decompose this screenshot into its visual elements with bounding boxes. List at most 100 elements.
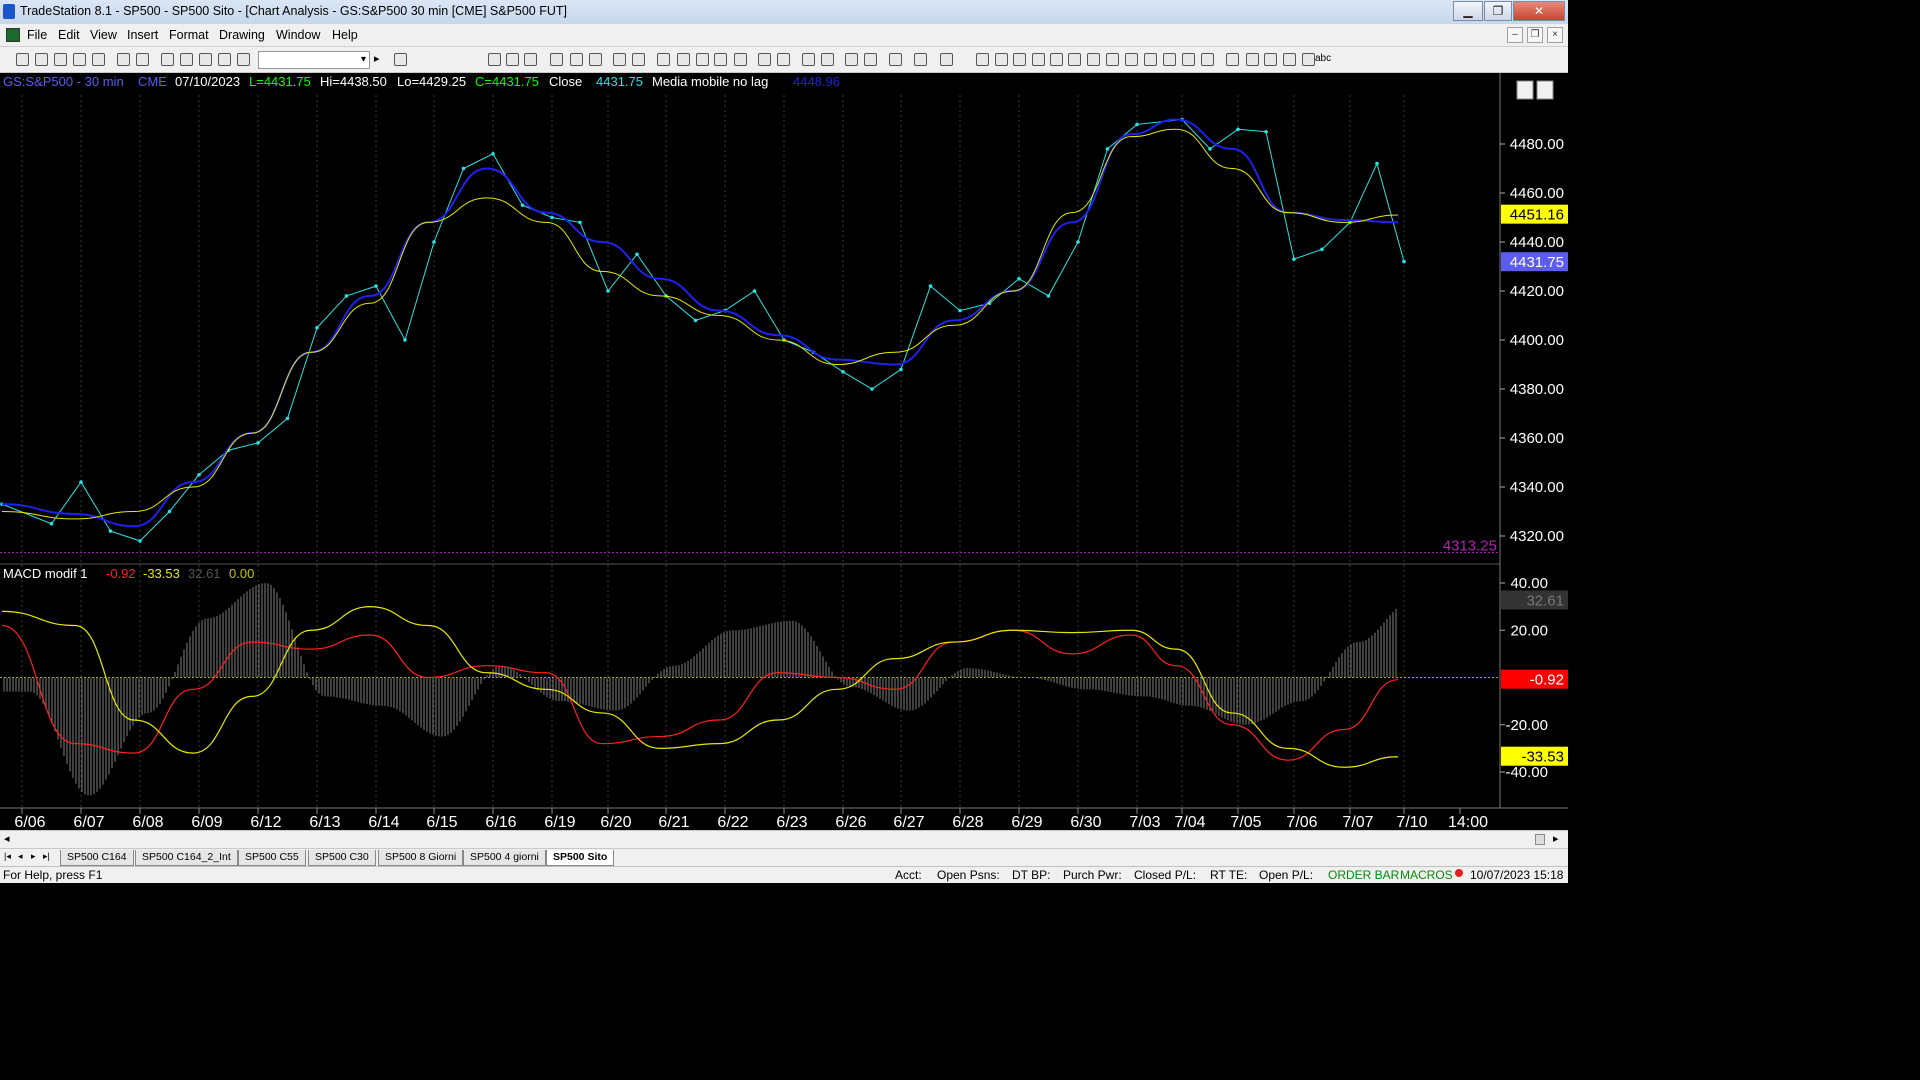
mdi-restore-button[interactable]: ❐	[1527, 27, 1543, 43]
drawing-tool-icon[interactable]	[550, 53, 563, 66]
menu-format[interactable]: Format	[169, 28, 209, 42]
status-order-bar[interactable]: ORDER BAR	[1328, 868, 1399, 882]
print-icon[interactable]	[117, 53, 130, 66]
drawing-tool-icon[interactable]	[976, 53, 989, 66]
paste-icon[interactable]	[73, 53, 86, 66]
pane-minimize-button[interactable]	[1516, 80, 1534, 100]
tab-sp500-8-giorni[interactable]: SP500 8 Giorni	[378, 850, 464, 866]
drawing-tool-icon[interactable]	[613, 53, 626, 66]
document-icon[interactable]	[6, 28, 20, 42]
tab-sp500-c30[interactable]: SP500 C30	[308, 850, 376, 866]
drawing-tool-icon[interactable]	[1050, 53, 1063, 66]
drawing-tool-icon[interactable]	[1106, 53, 1119, 66]
status-macros[interactable]: MACROS	[1400, 868, 1453, 882]
drawing-tool-icon[interactable]	[889, 53, 902, 66]
pane-restore-button[interactable]	[1536, 80, 1554, 100]
drawing-tool-icon[interactable]	[589, 53, 602, 66]
menu-edit[interactable]: Edit	[58, 28, 80, 42]
price-tick-label: 4380.00	[1510, 381, 1564, 398]
price-point	[550, 215, 554, 220]
drawing-tool-icon[interactable]	[1068, 53, 1081, 66]
drawing-tool-icon[interactable]	[570, 53, 583, 66]
moving-average-line	[1, 128, 1399, 520]
drawing-tool-icon[interactable]	[1201, 53, 1214, 66]
price-point	[635, 252, 639, 257]
drawing-tool-icon[interactable]	[1125, 53, 1138, 66]
save-icon[interactable]	[92, 53, 105, 66]
pen-icon[interactable]	[218, 53, 231, 66]
menu-help[interactable]: Help	[332, 28, 358, 42]
drawing-tool-icon[interactable]	[1302, 53, 1315, 66]
time-tick-label: 6/26	[835, 814, 866, 830]
tab-sp500-c55[interactable]: SP500 C55	[238, 850, 306, 866]
open-icon[interactable]	[35, 53, 48, 66]
drawing-tool-icon[interactable]	[1163, 53, 1176, 66]
drawing-tool-icon[interactable]	[1013, 53, 1026, 66]
next-arrow-icon[interactable]: ▸	[374, 52, 380, 65]
drawing-tool-icon[interactable]	[1144, 53, 1157, 66]
price-point	[928, 284, 933, 288]
drawing-tool-icon[interactable]	[777, 53, 790, 66]
new-icon[interactable]	[16, 53, 29, 66]
print-preview-icon[interactable]	[136, 53, 149, 66]
drawing-tool-icon[interactable]	[1032, 53, 1045, 66]
close-button[interactable]: ✕	[1513, 1, 1565, 21]
drawing-tool-icon[interactable]	[864, 53, 877, 66]
chevron-down-icon[interactable]: ▾	[361, 54, 366, 65]
menu-file[interactable]: File	[27, 28, 47, 42]
horizontal-scrollbar[interactable]: ◂ ▸	[0, 830, 1568, 848]
drawing-tool-icon[interactable]	[488, 53, 501, 66]
mdi-close-button[interactable]: ×	[1547, 27, 1563, 43]
menu-insert[interactable]: Insert	[127, 28, 158, 42]
drawing-tool-icon[interactable]	[696, 53, 709, 66]
drawing-tool-icon[interactable]	[940, 53, 953, 66]
menu-window[interactable]: Window	[276, 28, 320, 42]
tab-sp500-sito[interactable]: SP500 Sito	[546, 850, 615, 866]
drawing-tool-icon[interactable]	[995, 53, 1008, 66]
drawing-tool-icon[interactable]	[758, 53, 771, 66]
drawing-tool-icon[interactable]	[914, 53, 927, 66]
drawing-tool-icon[interactable]	[1182, 53, 1195, 66]
symbol-combo[interactable]: ▾	[258, 51, 370, 69]
drawing-tool-icon[interactable]	[1087, 53, 1100, 66]
tab-sp500-c164[interactable]: SP500 C164	[60, 850, 134, 866]
drawing-tool-icon[interactable]	[657, 53, 670, 66]
text-tool-icon[interactable]: abc	[1315, 53, 1331, 64]
window-icon[interactable]	[161, 53, 174, 66]
binoculars-icon[interactable]	[394, 53, 407, 66]
drawing-tool-icon[interactable]	[821, 53, 834, 66]
tab-first-icon[interactable]: |◂	[4, 851, 11, 862]
scroll-right-icon[interactable]: ▸	[1553, 832, 1559, 845]
drawing-tool-icon[interactable]	[1246, 53, 1259, 66]
drawing-tool-icon[interactable]	[632, 53, 645, 66]
drawing-tool-icon[interactable]	[1264, 53, 1277, 66]
chart-canvas[interactable]: 4480.00 4460.00 4440.00 4420.00 4400.00 4380.…	[0, 73, 1568, 831]
copy-icon[interactable]	[54, 53, 67, 66]
drawing-tool-icon[interactable]	[1226, 53, 1239, 66]
lock-icon[interactable]	[199, 53, 212, 66]
drawing-tool-icon[interactable]	[677, 53, 690, 66]
tab-prev-icon[interactable]: ◂	[18, 851, 23, 862]
chart-area[interactable]: 4480.00 4460.00 4440.00 4420.00 4400.00 4380.…	[0, 73, 1568, 831]
mdi-minimize-button[interactable]: –	[1507, 27, 1523, 43]
drawing-tool-icon[interactable]	[1283, 53, 1296, 66]
drawing-tool-icon[interactable]	[734, 53, 747, 66]
minimize-button[interactable]: ▁	[1453, 1, 1483, 21]
scroll-thumb[interactable]	[1535, 834, 1545, 845]
window2-icon[interactable]	[180, 53, 193, 66]
header-last: L=4431.75	[249, 74, 311, 89]
maximize-button[interactable]: ❐	[1484, 1, 1512, 21]
tab-next-icon[interactable]: ▸	[31, 851, 36, 862]
drawing-tool-icon[interactable]	[524, 53, 537, 66]
menu-view[interactable]: View	[90, 28, 117, 42]
scroll-left-icon[interactable]: ◂	[4, 832, 10, 845]
drawing-tool-icon[interactable]	[802, 53, 815, 66]
drawing-tool-icon[interactable]	[714, 53, 727, 66]
drawing-tool-icon[interactable]	[506, 53, 519, 66]
drawing-tool-icon[interactable]	[845, 53, 858, 66]
palette-icon[interactable]	[237, 53, 250, 66]
tab-sp500-4-giorni[interactable]: SP500 4 giorni	[463, 850, 546, 866]
tab-last-icon[interactable]: ▸|	[43, 851, 50, 862]
menu-drawing[interactable]: Drawing	[219, 28, 265, 42]
tab-sp500-c164-2-int[interactable]: SP500 C164_2_Int	[135, 850, 238, 866]
